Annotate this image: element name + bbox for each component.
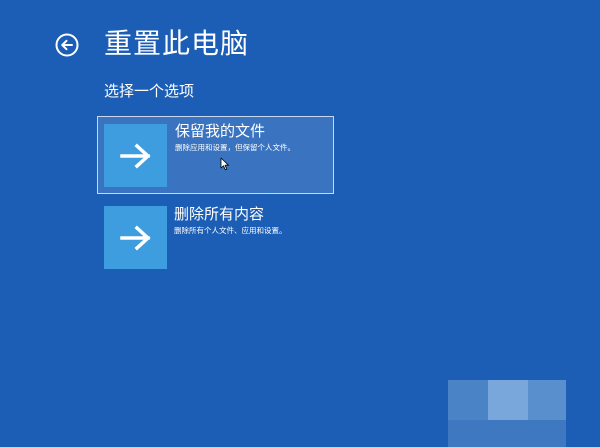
option-description: 删除应用和设置，但保留个人文件。 [175, 143, 295, 152]
watermark-block [528, 380, 566, 420]
option-tile [104, 124, 167, 187]
option-title: 删除所有内容 [174, 205, 265, 223]
page-subtitle: 选择一个选项 [104, 82, 195, 100]
mouse-pointer-icon [220, 157, 229, 171]
arrow-right-icon [120, 143, 151, 169]
page-title: 重置此电脑 [104, 27, 250, 60]
reset-pc-screen: 重置此电脑 选择一个选项 保留我的文件 删除应用和设置，但保留个人文件。 删除所… [0, 0, 600, 447]
watermark-block [488, 380, 528, 420]
option-description: 删除所有个人文件、应用和设置。 [174, 226, 287, 235]
back-arrow-circle-icon [55, 33, 79, 57]
watermark-block [448, 380, 488, 420]
option-title: 保留我的文件 [175, 122, 266, 140]
option-tile [104, 206, 167, 269]
arrow-right-icon [120, 225, 151, 251]
option-keep-my-files[interactable]: 保留我的文件 删除应用和设置，但保留个人文件。 [97, 116, 334, 194]
option-remove-everything[interactable]: 删除所有内容 删除所有个人文件、应用和设置。 [97, 200, 334, 278]
back-button[interactable] [55, 33, 79, 57]
watermark-block [448, 420, 566, 447]
